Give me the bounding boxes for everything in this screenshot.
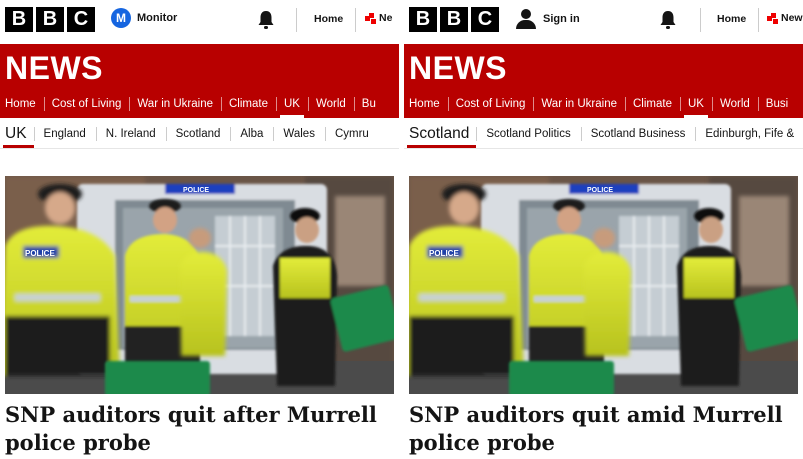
nav-item-business[interactable]: Bu: [353, 90, 384, 118]
account-button[interactable]: M Monitor: [111, 8, 177, 28]
bell-icon[interactable]: [256, 9, 276, 31]
bell-icon[interactable]: [658, 9, 678, 31]
article-hero-image[interactable]: POLICE POLICE: [409, 176, 798, 394]
subnav-item-alba[interactable]: Alba: [230, 120, 273, 148]
top-bar: B B C Sign in Home News: [404, 0, 803, 40]
section-title[interactable]: UK: [0, 120, 34, 148]
nav-item-business[interactable]: Busi: [757, 90, 796, 118]
browser-panel-left: B B C M Monitor Home Ne NEWS Home Cost o…: [0, 0, 399, 459]
subnav-item-wales[interactable]: Wales: [273, 120, 325, 148]
top-bar-divider: [355, 8, 356, 32]
subnav-item-n-ireland[interactable]: N. Ireland: [95, 120, 166, 148]
vest-label: POLICE: [429, 249, 459, 258]
home-link[interactable]: Home: [314, 13, 343, 25]
primary-nav: Home Cost of Living War in Ukraine Clima…: [0, 90, 384, 118]
sign-in-button[interactable]: Sign in: [515, 8, 580, 30]
nav-item-world[interactable]: World: [711, 90, 758, 118]
news-link-label: Ne: [379, 12, 393, 24]
nav-item-cost-of-living[interactable]: Cost of Living: [447, 90, 534, 118]
nav-item-home[interactable]: Home: [0, 90, 44, 118]
home-link[interactable]: Home: [717, 13, 746, 25]
van-label: POLICE: [183, 187, 209, 194]
subnav-item-scotland-business[interactable]: Scotland Business: [580, 120, 696, 148]
subnav-item-cymru[interactable]: Cymru: [324, 120, 379, 148]
news-wordmark[interactable]: NEWS: [5, 50, 103, 87]
article-hero-image[interactable]: POLICE POLICE: [5, 176, 394, 394]
bbc-news-mark-icon: [767, 12, 778, 24]
news-link[interactable]: News: [767, 12, 803, 24]
subnav-item-edinburgh-fife[interactable]: Edinburgh, Fife &: [695, 120, 803, 148]
van-label: POLICE: [587, 187, 613, 194]
nav-item-home[interactable]: Home: [404, 90, 448, 118]
bbc-logo-letter: C: [67, 7, 95, 32]
secondary-nav: UK England N. Ireland Scotland Alba Wale…: [0, 120, 379, 148]
article-headline[interactable]: SNP auditors quit after Murrell police p…: [5, 401, 394, 457]
news-link-label: News: [781, 12, 803, 24]
secondary-nav-underline: [0, 148, 399, 149]
account-icon: [515, 8, 537, 30]
bbc-logo-letter: B: [5, 7, 33, 32]
top-bar-divider: [758, 8, 759, 32]
primary-nav: Home Cost of Living War in Ukraine Clima…: [404, 90, 796, 118]
secondary-nav: Scotland Scotland Politics Scotland Busi…: [404, 120, 803, 148]
bbc-logo-letter: B: [409, 7, 437, 32]
nav-item-climate[interactable]: Climate: [625, 90, 680, 118]
secondary-nav-underline: [404, 148, 803, 149]
nav-item-cost-of-living[interactable]: Cost of Living: [43, 90, 130, 118]
bbc-logo-letter: B: [36, 7, 64, 32]
nav-item-climate[interactable]: Climate: [221, 90, 276, 118]
account-avatar: M: [111, 8, 131, 28]
nav-item-uk[interactable]: UK: [275, 90, 308, 118]
news-wordmark[interactable]: NEWS: [409, 50, 507, 87]
sign-in-label: Sign in: [543, 13, 580, 25]
top-bar-divider: [296, 8, 297, 32]
article-headline[interactable]: SNP auditors quit amid Murrell police pr…: [409, 401, 798, 457]
nav-item-war-in-ukraine[interactable]: War in Ukraine: [129, 90, 221, 118]
bbc-logo[interactable]: B B C: [409, 7, 499, 32]
account-label: Monitor: [137, 12, 178, 24]
nav-item-war-in-ukraine[interactable]: War in Ukraine: [533, 90, 625, 118]
nav-item-world[interactable]: World: [307, 90, 354, 118]
bbc-logo[interactable]: B B C: [5, 7, 95, 32]
subnav-item-scotland-politics[interactable]: Scotland Politics: [476, 120, 580, 148]
vest-label: POLICE: [25, 249, 55, 258]
subnav-item-scotland[interactable]: Scotland: [165, 120, 231, 148]
news-link[interactable]: Ne: [365, 12, 392, 24]
nav-item-uk[interactable]: UK: [679, 90, 712, 118]
bbc-logo-letter: C: [471, 7, 499, 32]
subnav-item-england[interactable]: England: [33, 120, 96, 148]
section-title[interactable]: Scotland: [404, 120, 477, 148]
browser-panel-right: B B C Sign in Home News NEWS Home Cost o…: [404, 0, 803, 459]
bbc-news-mark-icon: [365, 12, 376, 24]
bbc-logo-letter: B: [440, 7, 468, 32]
top-bar-divider: [700, 8, 701, 32]
top-bar: B B C M Monitor Home Ne: [0, 0, 399, 40]
